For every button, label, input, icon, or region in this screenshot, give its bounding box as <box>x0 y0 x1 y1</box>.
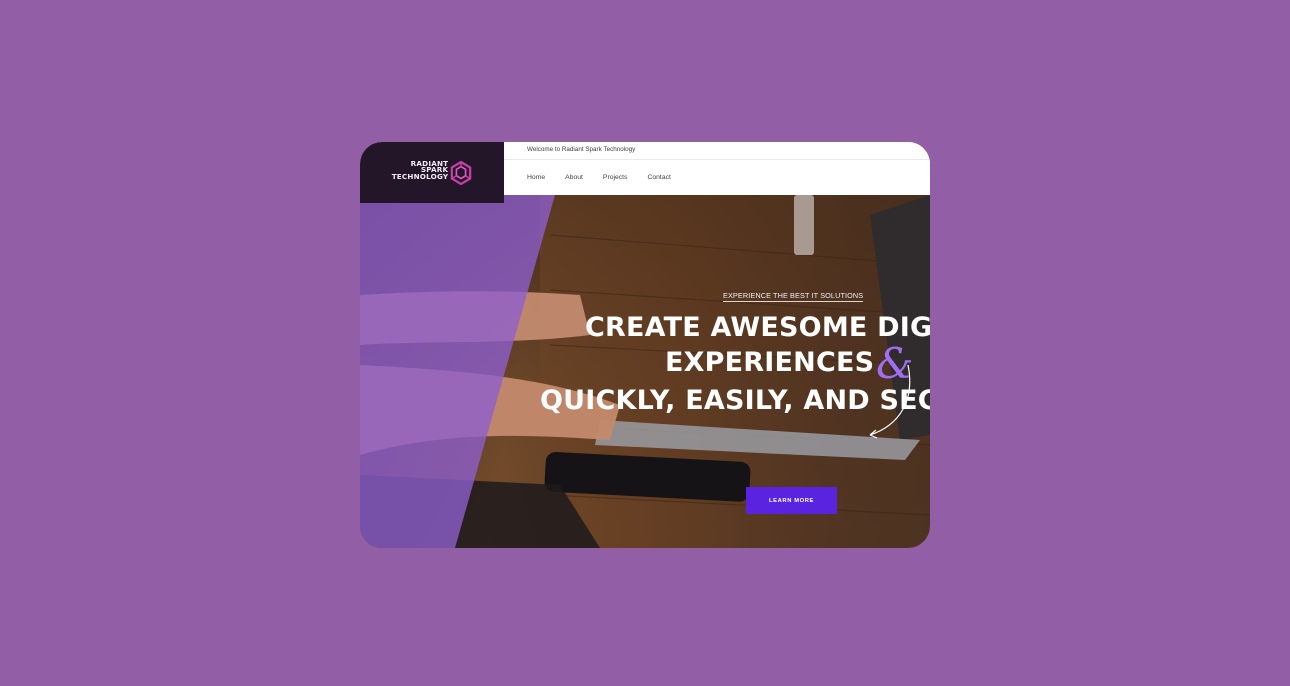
website-preview-frame: RADIANT SPARK TECHNOLOGY Welcome to Radi… <box>360 142 930 548</box>
nav-item-projects[interactable]: Projects <box>603 174 628 181</box>
hero-section: EXPERIENCE THE BEST IT SOLUTIONS CREATE … <box>360 195 930 548</box>
hero-eyebrow: EXPERIENCE THE BEST IT SOLUTIONS <box>723 291 864 302</box>
hero-headline-line-3: QUICKLY, EASILY, AND SEC <box>540 385 930 416</box>
main-nav: Home About Projects Contact <box>504 160 930 195</box>
welcome-text: Welcome to Radiant Spark Technology <box>527 146 636 153</box>
nav-item-about[interactable]: About <box>565 174 583 181</box>
hexagon-logo-icon <box>451 160 472 185</box>
logo[interactable]: RADIANT SPARK TECHNOLOGY <box>360 142 504 203</box>
nav-item-home[interactable]: Home <box>527 174 545 181</box>
top-info-bar: Welcome to Radiant Spark Technology <box>504 142 930 160</box>
nav-item-contact[interactable]: Contact <box>647 174 670 181</box>
ampersand-accent: & <box>876 339 914 388</box>
learn-more-button[interactable]: LEARN MORE <box>746 487 837 514</box>
hero-headline-line-2: EXPERIENCES <box>665 347 875 378</box>
logo-wordmark: RADIANT SPARK TECHNOLOGY <box>392 160 449 184</box>
